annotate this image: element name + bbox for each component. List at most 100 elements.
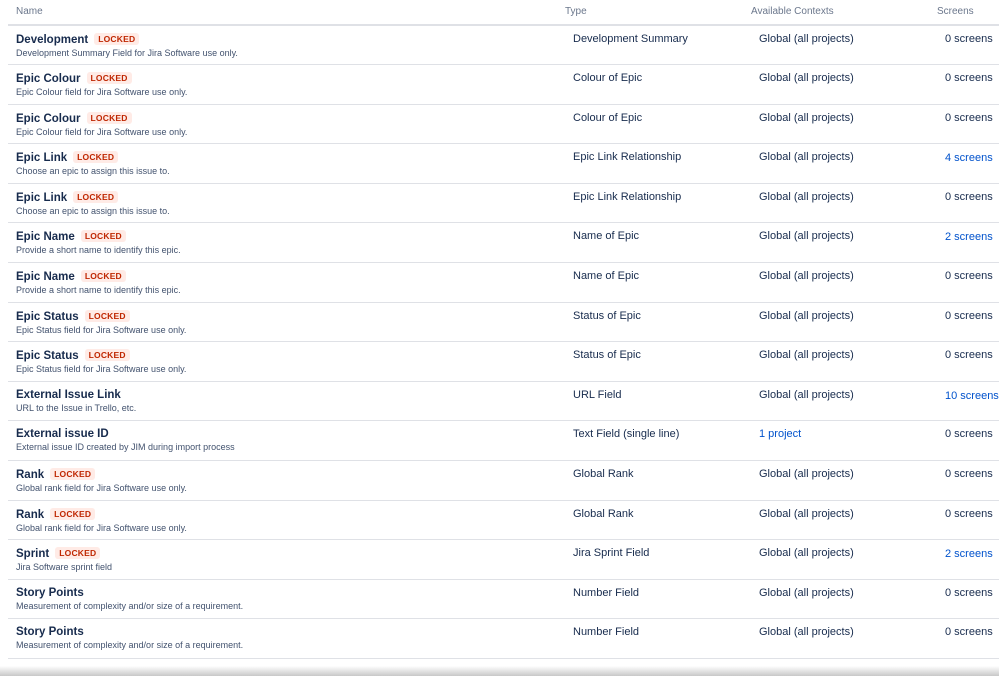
- field-description: Jira Software sprint field: [16, 562, 113, 573]
- screens-link[interactable]: 4 screens: [945, 152, 993, 164]
- field-name-cell: Story Points Measurement of complexity an…: [8, 579, 565, 620]
- table-body: Development LOCKED Development Summary Fie…: [8, 25, 999, 659]
- field-description: Choose an epic to assign this issue to.: [16, 205, 170, 216]
- context-link[interactable]: 1 project: [759, 428, 801, 440]
- field-description: Measurement of complexity and/or size of…: [16, 600, 244, 611]
- field-context-wrapper: Global (all projects): [751, 501, 937, 520]
- field-name: Rank: [16, 469, 45, 482]
- field-screens: 0 screens: [945, 468, 993, 481]
- field-type: Epic Link Relationship: [573, 190, 682, 203]
- field-context-wrapper: Global (all projects): [751, 65, 937, 84]
- column-header-screens-label: Screens: [937, 6, 974, 17]
- field-context-wrapper: Global (all projects): [751, 184, 937, 203]
- column-header-screens[interactable]: Screens: [937, 0, 999, 26]
- field-name: Epic Colour: [16, 112, 81, 125]
- field-type: Global Rank: [573, 507, 634, 520]
- table-row: Sprint LOCKED Jira Software sprint field Ji…: [8, 539, 999, 580]
- field-context: Global (all projects): [759, 151, 854, 164]
- field-context: Global (all projects): [759, 33, 854, 45]
- field-name: Epic Link: [16, 191, 68, 204]
- field-context-cell: Global (all projects): [751, 262, 937, 303]
- field-name: Epic Link: [16, 152, 68, 165]
- field-context: Global (all projects): [759, 309, 854, 322]
- field-description: Global rank field for Jira Software use …: [16, 483, 187, 494]
- field-screens: 0 screens: [945, 111, 993, 124]
- field-description: Provide a short name to identify this ep…: [16, 285, 181, 296]
- column-header-contexts[interactable]: Available Contexts: [751, 0, 937, 26]
- field-context-wrapper: 1 project: [751, 421, 937, 440]
- field-screens-wrapper: 0 screens: [937, 184, 999, 203]
- field-screens-cell: 0 screens: [937, 500, 999, 541]
- column-header-name[interactable]: Name: [8, 0, 565, 26]
- locked-lozenge: LOCKED: [80, 270, 126, 283]
- field-context-cell: Global (all projects): [751, 579, 937, 620]
- field-name-cell: External issue ID External issue ID creat…: [8, 420, 565, 462]
- field-name-wrapper: Epic Name LOCKED Provide a short name to i…: [8, 223, 565, 255]
- field-type: Number Field: [573, 626, 640, 639]
- field-name: Rank: [16, 508, 45, 521]
- field-description: Global rank field for Jira Software use …: [16, 522, 187, 533]
- field-screens-cell: 0 screens: [937, 104, 999, 145]
- field-name-wrapper: Rank LOCKED Global rank field for Jira Sof…: [8, 461, 565, 493]
- field-type-cell: Status of Epic: [565, 302, 751, 343]
- field-screens-wrapper: 0 screens: [937, 580, 999, 599]
- field-name-wrapper: External Issue Link URL to the Issue in T…: [8, 382, 565, 413]
- field-context-cell: Global (all projects): [751, 302, 937, 343]
- table-header-row: Name Type Available Contexts Screens: [8, 0, 999, 26]
- screens-link[interactable]: 2 screens: [945, 548, 993, 560]
- field-name-cell: Epic Status LOCKED Epic Status field for J…: [8, 302, 565, 343]
- field-screens-wrapper: 0 screens: [937, 619, 999, 638]
- table-row: Epic Link LOCKED Choose an epic to assign …: [8, 143, 999, 184]
- field-type: Text Field (single line): [573, 428, 680, 441]
- field-name: External issue ID: [16, 428, 109, 441]
- field-context-cell: Global (all projects): [751, 222, 937, 264]
- field-type-cell: Development Summary: [565, 25, 751, 66]
- field-description: Epic Colour field for Jira Software use …: [16, 126, 188, 137]
- field-description: External issue ID created by JIM during …: [16, 442, 235, 453]
- screens-link[interactable]: 2 screens: [945, 231, 993, 243]
- field-screens: 0 screens: [945, 349, 993, 362]
- field-screens-cell: 4 screens: [937, 143, 999, 184]
- column-header-type[interactable]: Type: [565, 0, 751, 26]
- field-type: Global Rank: [573, 468, 634, 481]
- field-name-wrapper: External issue ID External issue ID creat…: [8, 421, 565, 452]
- field-type: URL Field: [573, 388, 622, 401]
- field-type-cell: Name of Epic: [565, 262, 751, 303]
- field-context-wrapper: Global (all projects): [751, 580, 937, 599]
- field-name-wrapper: Epic Status LOCKED Epic Status field for J…: [8, 303, 565, 335]
- field-screens-wrapper: 0 screens: [937, 105, 999, 124]
- field-name-wrapper: Sprint LOCKED Jira Software sprint field: [8, 540, 565, 572]
- table-row: Rank LOCKED Global rank field for Jira Sof…: [8, 500, 999, 541]
- field-name: Sprint: [16, 548, 50, 561]
- field-type-cell: URL Field: [565, 381, 751, 422]
- field-screens-cell: 0 screens: [937, 302, 999, 343]
- field-name: Story Points: [16, 586, 84, 599]
- field-screens: 0 screens: [945, 309, 993, 322]
- field-screens-cell: 0 screens: [937, 460, 999, 501]
- field-type-cell: Global Rank: [565, 460, 751, 501]
- screens-link[interactable]: 10 screens: [945, 390, 999, 402]
- locked-lozenge: LOCKED: [80, 230, 126, 243]
- field-screens: 0 screens: [945, 586, 993, 599]
- field-name-cell: Story Points Measurement of complexity an…: [8, 618, 565, 659]
- field-screens-wrapper: 0 screens: [937, 26, 999, 45]
- field-name: Epic Name: [16, 271, 75, 284]
- field-name: Development: [16, 34, 89, 46]
- field-name-cell: Epic Colour LOCKED Epic Colour field for J…: [8, 64, 565, 105]
- field-description: Choose an epic to assign this issue to.: [16, 166, 170, 177]
- field-screens-wrapper: 2 screens: [937, 540, 999, 560]
- field-type: Name of Epic: [573, 270, 640, 283]
- field-type-cell: Jira Sprint Field: [565, 539, 751, 580]
- field-name-cell: Rank LOCKED Global rank field for Jira Sof…: [8, 460, 565, 501]
- table-row: Story Points Measurement of complexity an…: [8, 579, 999, 620]
- field-name-wrapper: Epic Name LOCKED Provide a short name to i…: [8, 263, 565, 295]
- field-context-wrapper: Global (all projects): [751, 619, 937, 638]
- field-screens-wrapper: 0 screens: [937, 342, 999, 361]
- field-context-wrapper: Global (all projects): [751, 26, 937, 45]
- field-type: Epic Link Relationship: [573, 151, 682, 164]
- field-name: Epic Name: [16, 231, 75, 244]
- field-description: Epic Status field for Jira Software use …: [16, 324, 187, 335]
- field-context: Global (all projects): [759, 349, 854, 362]
- field-name-cell: Epic Link LOCKED Choose an epic to assign …: [8, 143, 565, 184]
- locked-lozenge: LOCKED: [84, 349, 130, 362]
